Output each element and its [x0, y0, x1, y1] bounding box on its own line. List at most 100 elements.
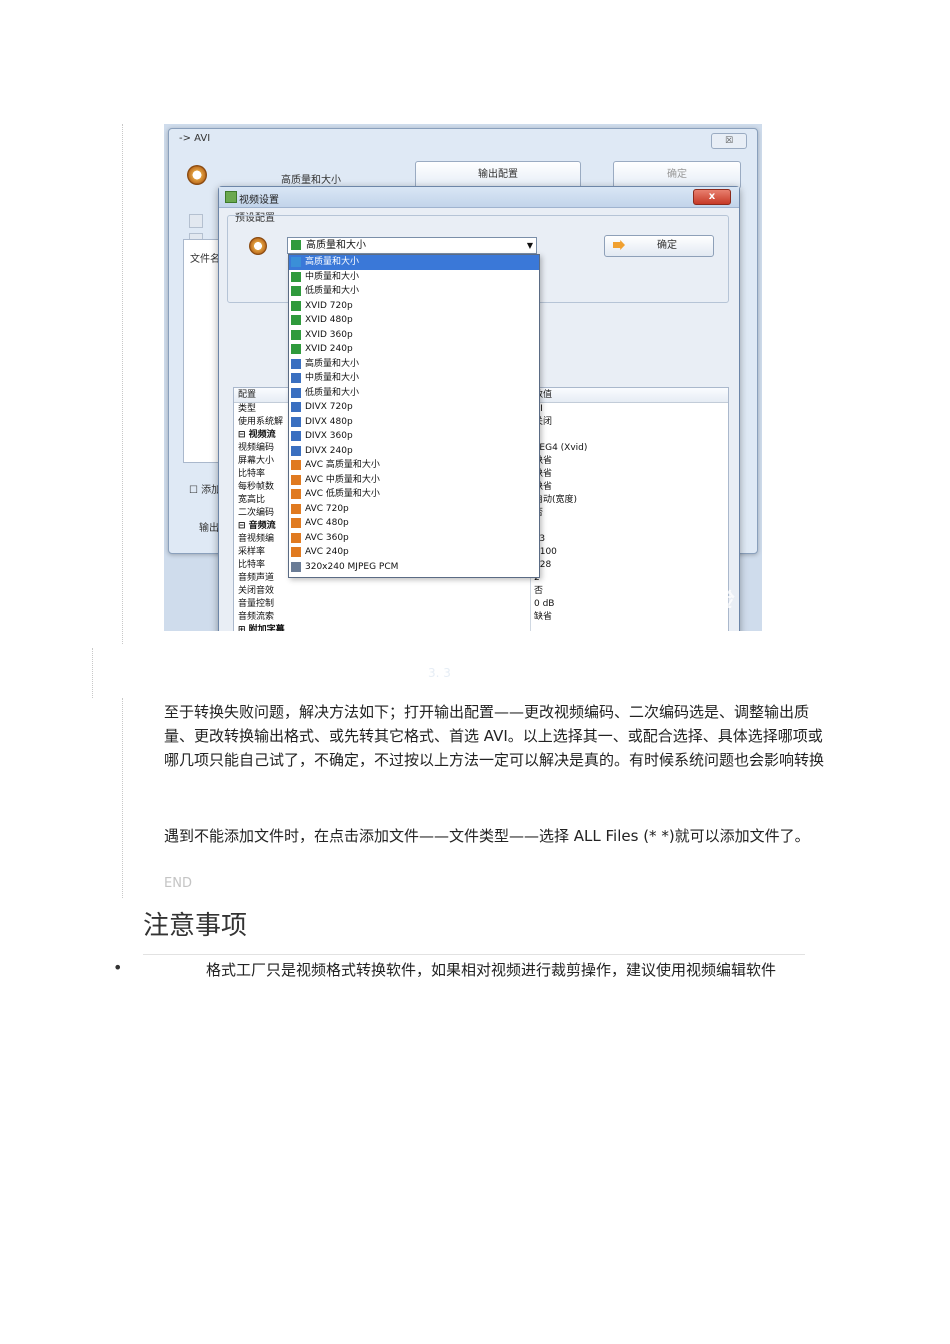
doc-icon: [189, 214, 203, 228]
arrow-right-icon: [613, 240, 625, 250]
film-icon: [291, 561, 301, 572]
preset-option[interactable]: 低质量和大小: [289, 386, 539, 401]
preset-option-label: DIVX 240p: [305, 445, 353, 456]
preset-option[interactable]: XVID 240p: [289, 342, 539, 357]
heading-divider: [143, 954, 805, 955]
main-ok-button[interactable]: 确定: [613, 161, 741, 189]
property-value: 自动(宽度): [534, 495, 578, 505]
left-dotted-rule-bottom: [122, 698, 123, 898]
film-icon: [291, 445, 301, 456]
preset-option[interactable]: AVC 360p: [289, 531, 539, 546]
property-name: 二次编码: [238, 508, 275, 518]
property-row[interactable]: ⊞ 附加字幕: [234, 624, 728, 631]
preset-select-icon: [291, 240, 301, 250]
property-value: 0 dB: [534, 599, 555, 609]
preset-option-label: 高质量和大小: [305, 358, 360, 369]
preset-option-label: AVC 中质量和大小: [305, 474, 380, 485]
preset-option[interactable]: DIVX 720p: [289, 400, 539, 415]
film-icon: [291, 547, 301, 557]
preset-option-label: DIVX 360p: [305, 431, 353, 441]
dialog-title: 视频设置: [239, 195, 279, 206]
preset-option[interactable]: 高质量和大小: [289, 357, 539, 372]
end-label: END: [164, 876, 192, 891]
preset-option[interactable]: AVC 480p: [289, 516, 539, 531]
file-name-column-label: 文件名: [190, 254, 220, 265]
preset-option[interactable]: AVC 低质量和大小: [289, 487, 539, 502]
preset-option[interactable]: XVID 360p: [289, 328, 539, 343]
notes-heading: 注意事项: [143, 911, 248, 941]
property-name: 音视频编: [238, 534, 275, 544]
film-icon: [291, 431, 301, 441]
avi-preset-icon: [249, 237, 267, 255]
preset-select-value: 高质量和大小: [306, 240, 366, 251]
chevron-down-icon[interactable]: ▼: [527, 238, 533, 253]
preset-option-label: XVID 240p: [305, 344, 353, 354]
preset-option[interactable]: 中质量和大小: [289, 371, 539, 386]
dialog-app-icon: [225, 191, 237, 203]
film-icon: [291, 532, 301, 543]
bullet-marker: •: [113, 958, 123, 977]
film-icon: [291, 271, 301, 282]
property-name: 关闭音效: [238, 586, 275, 596]
paragraph-failure-solution: 至于转换失败问题，解决方法如下；打开输出配置——更改视频编码、二次编码选是、调整…: [164, 703, 825, 769]
film-icon: [291, 518, 301, 528]
preset-option-label: 320x240 MJPEG PCM: [305, 561, 399, 572]
left-dotted-rule-mid: [92, 648, 93, 698]
preset-option-label: AVC 720p: [305, 503, 349, 514]
baidu-watermark: Baidu经验: [627, 588, 732, 612]
preset-option[interactable]: 320x240 MJPEG PCM: [289, 560, 539, 575]
main-window-close-button[interactable]: ☒: [711, 133, 747, 149]
dialog-ok-label: 确定: [657, 240, 677, 251]
preset-option-label: DIVX 480p: [305, 416, 353, 427]
preset-option[interactable]: DIVX 360p: [289, 429, 539, 444]
preset-option-label: DIVX 720p: [305, 402, 353, 412]
dialog-titlebar: 视频设置 x: [219, 187, 739, 208]
film-icon: [291, 503, 301, 514]
property-name: 视频编码: [238, 443, 275, 453]
property-value: 否: [534, 586, 544, 596]
dialog-ok-button[interactable]: 确定: [604, 235, 714, 257]
preset-option[interactable]: DIVX 240p: [289, 444, 539, 459]
preset-option[interactable]: AVC 720p: [289, 502, 539, 517]
film-icon: [291, 402, 301, 412]
film-icon: [291, 286, 301, 296]
preset-option[interactable]: 低质量和大小: [289, 284, 539, 299]
film-icon: [291, 329, 301, 340]
property-name: 类型: [238, 404, 257, 414]
property-name: 音量控制: [238, 599, 275, 609]
film-icon: [291, 474, 301, 485]
note-item: 格式工厂只是视频格式转换软件，如果相对视频进行裁剪操作，建议使用视频编辑软件: [206, 961, 777, 979]
preset-option-label: 中质量和大小: [305, 373, 360, 383]
preset-option[interactable]: 高质量和大小: [289, 255, 539, 270]
preset-quality-label: 高质量和大小: [281, 175, 341, 186]
property-name: 比特率: [238, 469, 266, 479]
preset-option[interactable]: AVC 中质量和大小: [289, 473, 539, 488]
output-config-button[interactable]: 输出配置: [415, 161, 581, 189]
film-icon: [291, 489, 301, 499]
preset-option[interactable]: XVID 720p: [289, 299, 539, 314]
preset-option[interactable]: AVC 高质量和大小: [289, 458, 539, 473]
property-name: 使用系统解: [238, 417, 284, 427]
film-icon: [291, 387, 301, 398]
preset-select[interactable]: 高质量和大小 ▼: [287, 237, 537, 254]
preset-option-label: 中质量和大小: [305, 271, 360, 282]
preset-option[interactable]: DIVX 480p: [289, 415, 539, 430]
property-value: 缺省: [534, 612, 553, 622]
step-number-faint: 3. 3: [428, 666, 451, 680]
preset-option-label: AVC 480p: [305, 518, 349, 528]
film-icon: [291, 257, 301, 267]
add-checkbox[interactable]: ☐ 添加: [189, 481, 221, 496]
film-icon: [291, 300, 301, 311]
property-name: 音频声道: [238, 573, 275, 583]
paragraph-add-file: 遇到不能添加文件时，在点击添加文件——文件类型——选择 ALL Files (*…: [164, 827, 810, 845]
dialog-close-button[interactable]: x: [693, 189, 731, 205]
preset-option[interactable]: 中质量和大小: [289, 270, 539, 285]
left-dotted-rule-top: [122, 124, 123, 644]
main-window-title: -> AVI: [179, 133, 211, 144]
film-icon: [291, 315, 301, 325]
preset-dropdown-list[interactable]: 高质量和大小 中质量和大小 低质量和大小 XVID 720p XVID 480p XVID…: [288, 254, 540, 578]
preset-option-label: 低质量和大小: [305, 286, 360, 296]
film-icon: [291, 416, 301, 427]
preset-option[interactable]: XVID 480p: [289, 313, 539, 328]
preset-option[interactable]: AVC 240p: [289, 545, 539, 560]
